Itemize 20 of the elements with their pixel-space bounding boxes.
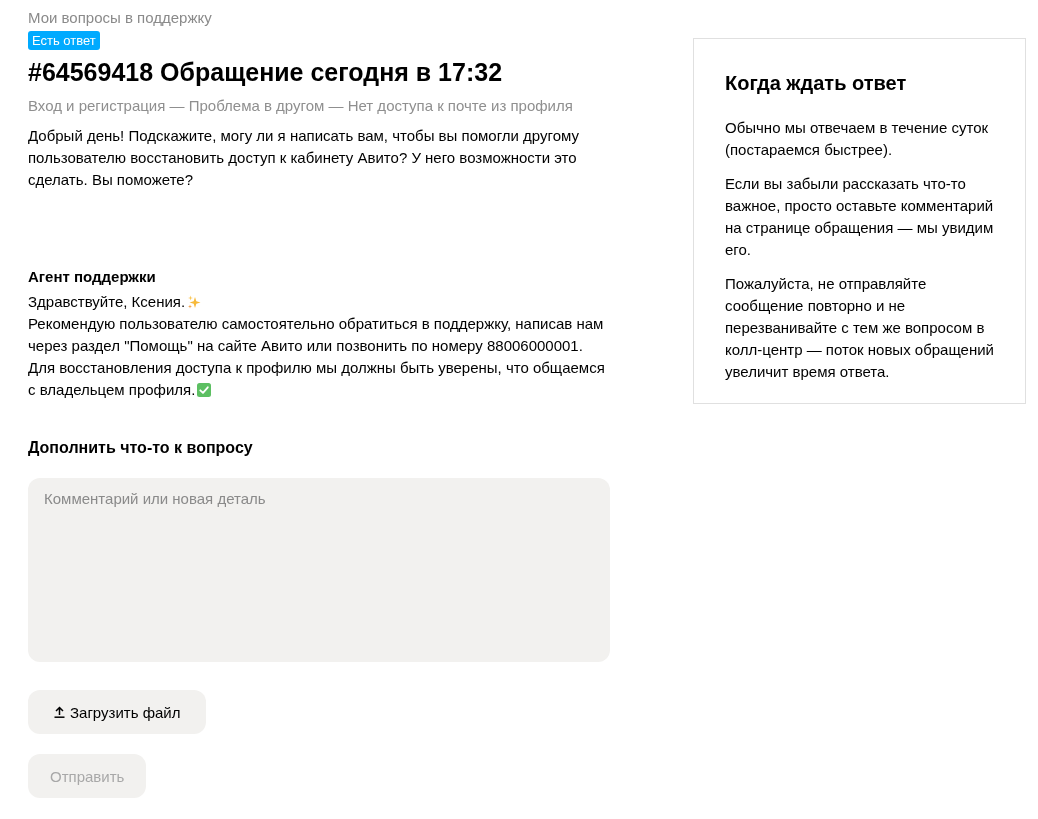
section-heading: Дополнить что-то к вопросу xyxy=(28,438,253,458)
reply-text: Для восстановления доступа к профилю мы должны быть уверены, что общаемся xyxy=(28,358,605,378)
question-text: Добрый день! Подскажите, могу ли я написать вам, чтобы вы помогли другому пользователю восстановить доступ к кабинету Авито? У него возможности это сделать. Вы поможете? xyxy=(28,126,580,190)
comment-field[interactable]: Комментарий или новая деталь xyxy=(28,478,610,662)
category-path: Вход и регистрация — Проблема в другом — Нет доступа к почте из профиля xyxy=(28,96,573,116)
breadcrumb-link[interactable]: Мои вопросы в поддержку xyxy=(28,9,212,27)
reply-text: Здравствуйте, Ксения. xyxy=(28,292,186,312)
info-paragraph: Обычно мы отвечаем в течение суток (постараемся быстрее). xyxy=(725,118,990,160)
info-paragraph: Пожалуйста, не отправляйте сообщение повторно и не перезванивайте с тем же вопросом в колл-центр — поток новых обращений увеличит время ответа. xyxy=(725,274,994,382)
reply-text: Рекомендую пользователю самостоятельно обратиться в поддержку, написав нам через раздел "Помощь" на сайте Авито или позвонить по номеру 88006000001. xyxy=(28,314,605,356)
status-badge: Есть ответ xyxy=(28,31,100,50)
checkmark-icon xyxy=(197,383,212,397)
reply-author: Агент поддержки xyxy=(28,267,156,287)
reply-text: с владельцем профиля. xyxy=(28,380,196,400)
upload-icon xyxy=(54,706,65,718)
info-paragraph: Если вы забыли рассказать что-то важное, просто оставьте комментарий на странице обращения — мы увидим его. xyxy=(725,174,994,260)
upload-file-button[interactable]: Загрузить файл xyxy=(28,690,207,734)
card-title: Когда ждать ответ xyxy=(725,71,908,96)
ticket-title: #64569418 Обращение сегодня в 17:32 xyxy=(28,57,503,87)
sparkles-icon xyxy=(187,295,202,309)
